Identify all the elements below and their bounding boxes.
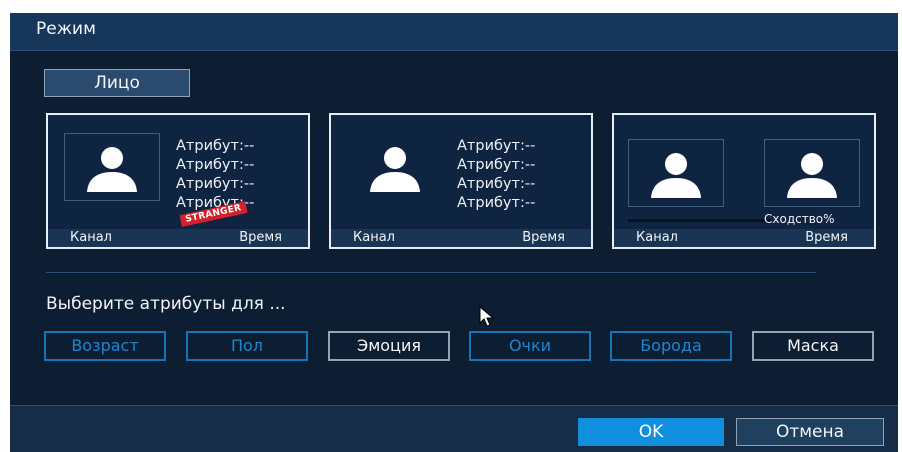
mode-dialog: Режим Лицо Атрибут:-- Атрибут:-- Атрибут… [10,13,898,452]
channel-label: Канал [636,230,678,245]
dialog-titlebar: Режим [10,13,898,51]
time-label: Время [805,230,848,245]
attribute-list: Атрибут:-- Атрибут:-- Атрибут:-- Атрибут… [457,137,535,213]
card-footer: Канал Время [48,229,308,247]
similarity-bar [628,219,770,222]
attribute-line: Атрибут:-- [457,176,536,192]
attribute-toggle-beard[interactable]: Борода [610,331,732,361]
channel-label: Канал [353,230,395,245]
attribute-toggle-glasses[interactable]: Очки [469,331,591,361]
dialog-button-bar: OK Отмена [10,405,898,452]
card-footer: Канал Время [331,229,591,247]
attribute-prompt: Выберите атрибуты для ... [46,294,286,314]
tab-face[interactable]: Лицо [44,69,190,97]
time-label: Время [522,230,565,245]
similarity-label: Сходство% [764,212,835,226]
attribute-toggle-emotion[interactable]: Эмоция [328,331,450,361]
dialog-title: Режим [36,19,96,39]
channel-label: Канал [70,230,112,245]
attribute-line: Атрибут:-- [176,176,255,192]
person-silhouette-icon [87,147,137,192]
section-divider [46,272,816,273]
preview-card-comparison: Сходство% Канал Время [612,113,876,249]
attribute-line: Атрибут:-- [176,157,255,173]
face-thumbnail [347,133,443,201]
cancel-button[interactable]: Отмена [736,418,884,446]
preview-card-attributes: Атрибут:-- Атрибут:-- Атрибут:-- Атрибут… [329,113,593,249]
attribute-line: Атрибут:-- [457,157,536,173]
card-footer: Канал Время [614,229,874,247]
ok-button[interactable]: OK [578,418,724,446]
captured-face-thumbnail [628,139,724,207]
preview-card-stranger: Атрибут:-- Атрибут:-- Атрибут:-- Атрибут… [46,113,310,249]
time-label: Время [239,230,282,245]
attribute-toggle-gender[interactable]: Пол [186,331,308,361]
attribute-toggle-mask[interactable]: Маска [752,331,874,361]
mouse-pointer-icon [479,306,495,327]
person-silhouette-icon [651,153,701,198]
face-thumbnail [64,133,160,201]
database-face-thumbnail [764,139,860,207]
attribute-line: Атрибут:-- [176,138,255,154]
person-silhouette-icon [370,147,420,192]
attribute-toggle-age[interactable]: Возраст [44,331,166,361]
person-silhouette-icon [787,153,837,198]
attribute-line: Атрибут:-- [457,138,536,154]
attribute-line: Атрибут:-- [457,195,536,211]
